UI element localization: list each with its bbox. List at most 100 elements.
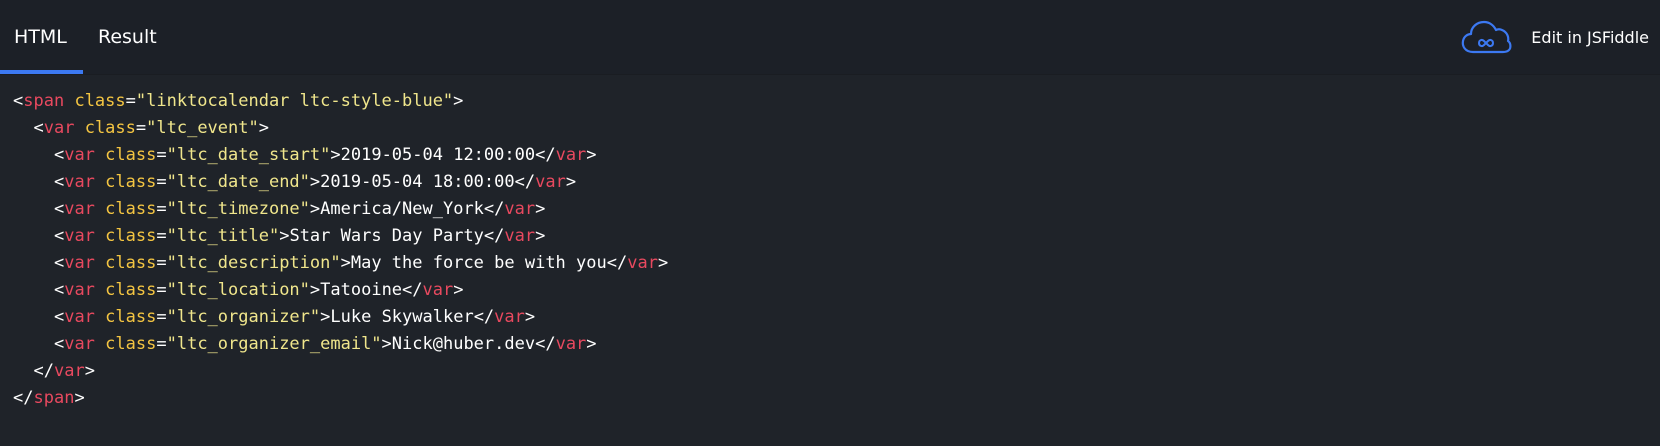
code-bracket: >: [453, 280, 464, 300]
edit-in-jsfiddle-link[interactable]: Edit in JSFiddle: [1459, 0, 1649, 74]
code-text-content: Nick@huber.dev: [391, 334, 536, 354]
code-bracket: <: [53, 145, 65, 165]
tab-result[interactable]: Result: [83, 0, 171, 74]
embed-header: HTML Result Edit in JSFiddle: [0, 0, 1660, 75]
code-tag-name: var: [535, 172, 566, 192]
code-tag-name: var: [64, 145, 95, 165]
code-text-content: America/New_York: [320, 199, 484, 219]
code-equals: =: [135, 118, 147, 138]
code-line: <var class="ltc_date_start">2019-05-04 1…: [13, 142, 668, 169]
code-equals: =: [156, 199, 167, 219]
code-tag-name: var: [504, 199, 536, 219]
code-tag-name: var: [555, 334, 587, 354]
code-line: <var class="ltc_timezone">America/New_Yo…: [13, 196, 668, 223]
code-text-content: Tatooine: [320, 280, 403, 300]
code-attribute-name: class: [105, 334, 157, 354]
code-attribute-name: class: [74, 91, 126, 111]
code-bracket: >: [657, 253, 669, 273]
cloud-infinity-icon: [1462, 20, 1512, 54]
code-line: <span class="linktocalendar ltc-style-bl…: [13, 88, 668, 115]
code-bracket: >: [309, 199, 321, 219]
code-tag-name: var: [627, 253, 658, 273]
code-attribute-value: "ltc_date_start": [166, 145, 331, 165]
code-tag-name: var: [64, 172, 95, 192]
code-bracket: >: [279, 226, 290, 246]
code-equals: =: [125, 91, 136, 111]
code-tag-name: var: [64, 253, 95, 273]
code-attribute-value: "ltc_location": [166, 280, 310, 300]
code-tag-name: var: [422, 280, 454, 300]
code-bracket: <: [53, 334, 65, 354]
code-tag-name: span: [33, 388, 75, 408]
code-attribute-value: "ltc_organizer_email": [166, 334, 382, 354]
tab-html[interactable]: HTML: [0, 0, 83, 74]
code-bracket: <: [33, 118, 44, 138]
code-equals: =: [156, 280, 167, 300]
code-text-content: May the force be with you: [350, 253, 607, 273]
code-equals: =: [156, 253, 167, 273]
code-tag-name: var: [64, 280, 95, 300]
code-line: <var class="ltc_organizer_email">Nick@hu…: [13, 331, 668, 358]
code-tag-name: var: [64, 199, 95, 219]
code-line: <var class="ltc_title">Star Wars Day Par…: [13, 223, 668, 250]
code-bracket: </: [33, 361, 54, 381]
code-attribute-name: class: [105, 199, 157, 219]
code-bracket: </: [606, 253, 628, 273]
code-bracket: </: [535, 145, 556, 165]
code-tag-name: var: [64, 334, 95, 354]
code-bracket: >: [565, 172, 577, 192]
code-text-content: Luke Skywalker: [330, 307, 474, 327]
code-line: </span>: [13, 385, 668, 412]
code-text-content: 2019-05-04 12:00:00: [340, 145, 536, 165]
code-tag-name: var: [494, 307, 525, 327]
code-bracket: </: [473, 307, 495, 327]
code-attribute-name: class: [105, 307, 157, 327]
code-line: <var class="ltc_date_end">2019-05-04 18:…: [13, 169, 668, 196]
code-bracket: >: [535, 199, 546, 219]
code-bracket: <: [53, 199, 65, 219]
code-bracket: >: [586, 145, 597, 165]
code-bracket: </: [514, 172, 536, 192]
code-line: <var class="ltc_description">May the for…: [13, 250, 668, 277]
code-bracket: <: [13, 91, 24, 111]
code-bracket: >: [84, 361, 95, 381]
code-tag-name: var: [64, 226, 95, 246]
code-tag-name: var: [64, 307, 95, 327]
code-attribute-value: "ltc_organizer": [166, 307, 321, 327]
code-equals: =: [156, 145, 167, 165]
code-bracket: >: [330, 145, 341, 165]
code-attribute-name: class: [105, 280, 157, 300]
code-bracket: >: [258, 118, 269, 138]
code-equals: =: [156, 172, 167, 192]
code-bracket: <: [53, 307, 65, 327]
code-tag-name: var: [555, 145, 587, 165]
code-bracket: <: [53, 172, 65, 192]
code-bracket: >: [535, 226, 546, 246]
code-bracket: >: [309, 172, 321, 192]
tab-bar: HTML Result: [0, 0, 171, 74]
code-text-content: Star Wars Day Party: [289, 226, 484, 246]
code-bracket: </: [535, 334, 556, 354]
code-attribute-value: "ltc_date_end": [166, 172, 310, 192]
code-tag-name: span: [23, 91, 65, 111]
code-line: </var>: [13, 358, 668, 385]
code-line: <var class="ltc_organizer">Luke Skywalke…: [13, 304, 668, 331]
jsfiddle-embed: HTML Result Edit in JSFiddle <span class…: [0, 0, 1660, 446]
code-bracket: </: [13, 388, 34, 408]
code-line: <var class="ltc_location">Tatooine</var>: [13, 277, 668, 304]
code-bracket: </: [483, 199, 505, 219]
code-bracket: <: [53, 253, 65, 273]
code-bracket: </: [402, 280, 423, 300]
code-tag-name: var: [43, 118, 75, 138]
code-bracket: >: [340, 253, 351, 273]
code-bracket: >: [320, 307, 331, 327]
code-bracket: >: [524, 307, 536, 327]
code-equals: =: [156, 307, 167, 327]
code-bracket: </: [483, 226, 505, 246]
code-equals: =: [156, 226, 167, 246]
